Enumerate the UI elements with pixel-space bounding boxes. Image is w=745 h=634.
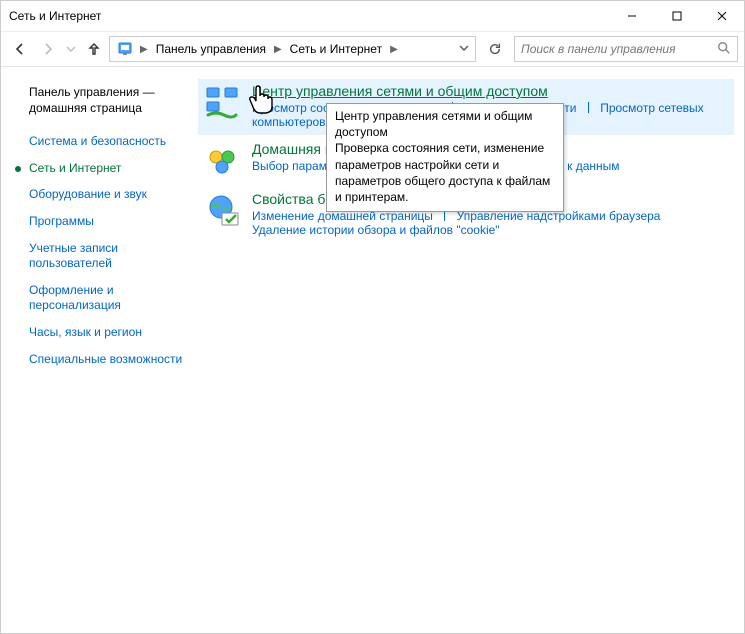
search-input[interactable]: Поиск в панели управления — [514, 36, 738, 62]
refresh-button[interactable] — [482, 36, 508, 62]
chevron-right-icon: ▶ — [272, 44, 284, 55]
network-sharing-icon — [204, 85, 240, 121]
internet-options-icon — [204, 193, 240, 229]
breadcrumb[interactable]: ▶ Панель управления ▶ Сеть и Интернет ▶ — [109, 36, 476, 62]
sidebar-item-clock-language[interactable]: Часы, язык и регион — [29, 325, 186, 341]
control-panel-icon — [116, 40, 134, 58]
sidebar-item-accessibility[interactable]: Специальные возможности — [29, 352, 186, 368]
chevron-right-icon: ▶ — [138, 44, 150, 55]
category-title-network-sharing[interactable]: Центр управления сетями и общим доступом — [252, 83, 548, 99]
sidebar-item-hardware-sound[interactable]: Оборудование и звук — [29, 187, 186, 203]
window-title: Сеть и Интернет — [9, 9, 101, 23]
homegroup-icon — [204, 143, 240, 179]
minimize-button[interactable] — [609, 1, 654, 31]
chevron-right-icon: ▶ — [388, 44, 400, 55]
sidebar: Панель управления — домашняя страница Си… — [1, 67, 196, 633]
sidebar-home[interactable]: Панель управления — домашняя страница — [29, 85, 186, 116]
forward-button[interactable] — [35, 36, 61, 62]
sidebar-item-network-internet[interactable]: Сеть и Интернет — [29, 161, 186, 177]
breadcrumb-current[interactable]: Сеть и Интернет — [284, 42, 388, 56]
navigation-row: ▶ Панель управления ▶ Сеть и Интернет ▶ … — [1, 32, 744, 67]
address-dropdown-button[interactable] — [455, 42, 473, 56]
close-button[interactable] — [699, 1, 744, 31]
window-controls — [609, 1, 744, 31]
tooltip-text: Центр управления сетями и общим доступом… — [335, 109, 550, 204]
sidebar-item-system-security[interactable]: Система и безопасность — [29, 134, 186, 150]
main-panel: Центр управления сетями и общим доступом… — [196, 67, 744, 633]
breadcrumb-root[interactable]: Панель управления — [150, 42, 272, 56]
sidebar-item-programs[interactable]: Программы — [29, 214, 186, 230]
sidebar-item-user-accounts[interactable]: Учетные записи пользователей — [29, 241, 186, 272]
back-button[interactable] — [7, 36, 33, 62]
recent-locations-button[interactable] — [63, 36, 79, 62]
link-separator — [588, 102, 589, 113]
tooltip: Центр управления сетями и общим доступом… — [326, 103, 564, 212]
link-delete-history[interactable]: Удаление истории обзора и файлов "cookie… — [252, 223, 500, 237]
sidebar-item-appearance[interactable]: Оформление и персонализация — [29, 283, 186, 314]
search-placeholder: Поиск в панели управления — [521, 42, 676, 56]
up-button[interactable] — [81, 36, 107, 62]
maximize-button[interactable] — [654, 1, 699, 31]
title-bar: Сеть и Интернет — [1, 1, 744, 32]
search-icon — [717, 41, 731, 58]
